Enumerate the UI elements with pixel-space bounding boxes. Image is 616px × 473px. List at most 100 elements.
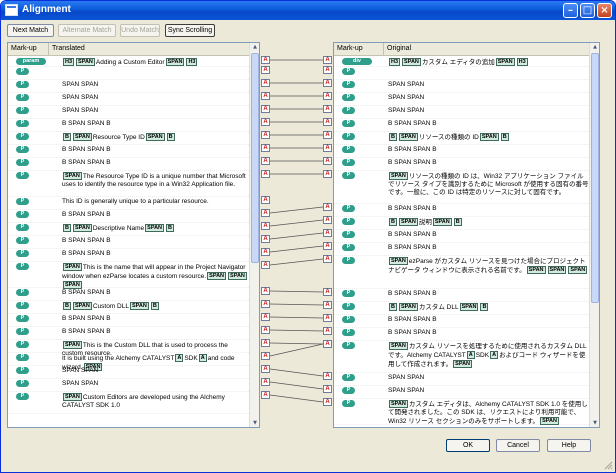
help-button[interactable]: Help [547, 439, 591, 452]
markup-tag-icon[interactable]: P [16, 224, 29, 231]
table-row[interactable]: P SPAN This is the Custom DLL that is used… [8, 340, 249, 357]
table-row[interactable]: P SPAN SPAN [8, 80, 249, 93]
markup-tag-icon[interactable]: P [16, 315, 29, 322]
segment-link-icon[interactable]: A [261, 248, 270, 256]
segment-link-icon[interactable]: A [261, 313, 270, 321]
table-row[interactable]: P SPAN SPAN [334, 93, 589, 106]
table-row[interactable]: P It is built using the Alchemy CATALYST A… [8, 353, 249, 371]
maximize-button[interactable]: □ [580, 3, 595, 18]
table-row[interactable]: P B SPAN Resource Type ID SPAN B [8, 132, 249, 145]
segment-link-icon[interactable]: A [323, 314, 332, 322]
segment-link-icon[interactable]: A [323, 216, 332, 224]
next-match-button[interactable]: Next Match [7, 24, 54, 37]
table-row[interactable]: P B SPAN SPAN B [8, 145, 249, 158]
markup-tag-icon[interactable]: P [16, 107, 29, 114]
segment-link-icon[interactable]: A [323, 66, 332, 74]
table-row[interactable]: P B SPAN SPAN B [334, 328, 589, 341]
markup-tag-icon[interactable]: P [342, 172, 355, 179]
table-row[interactable]: P B SPAN SPAN B [8, 314, 249, 327]
markup-tag-icon[interactable]: param [16, 58, 46, 65]
segment-link-icon[interactable]: A [323, 157, 332, 165]
table-row[interactable]: P B SPAN カスタム DLL SPAN B [334, 302, 589, 315]
table-row[interactable]: param H3 SPAN Adding a Custom Editor SPAN H3 [8, 57, 249, 67]
table-row[interactable]: div H3 SPAN カスタム エディタの追加 SPAN H3 [334, 57, 589, 67]
table-row[interactable]: P SPAN The Resource Type ID is a unique nu… [8, 171, 249, 197]
title-bar[interactable]: Alignment – □ × [1, 1, 615, 20]
table-row[interactable]: P B SPAN Custom DLL SPAN B [8, 301, 249, 314]
segment-link-icon[interactable]: A [323, 327, 332, 335]
markup-tag-icon[interactable]: P [16, 393, 29, 400]
segment-link-icon[interactable]: A [323, 170, 332, 178]
segment-link-icon[interactable]: A [261, 287, 270, 295]
markup-tag-icon[interactable]: P [342, 303, 355, 310]
markup-tag-icon[interactable]: P [342, 290, 355, 297]
segment-link-icon[interactable]: A [261, 365, 270, 373]
alternate-match-button[interactable]: Alternate Match [58, 24, 116, 37]
table-row[interactable]: P SPAN SPAN [334, 80, 589, 93]
markup-tag-icon[interactable]: P [342, 218, 355, 225]
segment-link-icon[interactable]: A [323, 203, 332, 211]
table-row[interactable]: P SPAN SPAN [8, 93, 249, 106]
markup-tag-icon[interactable]: P [342, 400, 355, 407]
segment-link-icon[interactable]: A [323, 398, 332, 406]
markup-tag-icon[interactable]: P [342, 133, 355, 140]
table-row[interactable]: P This ID is generally unique to a partic… [8, 197, 249, 210]
segment-link-icon[interactable]: A [323, 131, 332, 139]
table-row[interactable]: P B SPAN リソースの種類の ID SPAN B [334, 132, 589, 145]
markup-tag-icon[interactable]: P [342, 68, 355, 75]
segment-link-icon[interactable]: A [323, 92, 332, 100]
scroll-up-icon[interactable]: ▲ [251, 43, 259, 51]
segment-link-icon[interactable]: A [261, 261, 270, 269]
markup-tag-icon[interactable]: P [16, 250, 29, 257]
table-row[interactable]: P SPAN SPAN [8, 379, 249, 392]
markup-tag-icon[interactable]: P [342, 316, 355, 323]
sync-scrolling-button[interactable]: Sync Scrolling [165, 24, 215, 37]
segment-link-icon[interactable]: A [323, 242, 332, 250]
table-row[interactable]: P SPAN This is the name that will appear i… [8, 262, 249, 289]
markup-tag-icon[interactable]: P [16, 263, 29, 270]
segment-link-icon[interactable]: A [261, 157, 270, 165]
markup-tag-icon[interactable]: P [16, 341, 29, 348]
table-row[interactable]: P B SPAN SPAN B [8, 288, 249, 301]
markup-tag-icon[interactable]: P [342, 244, 355, 251]
segment-link-icon[interactable]: A [261, 105, 270, 113]
cancel-button[interactable]: Cancel [496, 439, 540, 452]
table-row[interactable]: P [8, 67, 249, 80]
segment-link-icon[interactable]: A [323, 118, 332, 126]
markup-column-header[interactable]: Mark-up [8, 43, 49, 55]
table-row[interactable]: P SPAN SPAN [334, 106, 589, 119]
resize-grip-icon[interactable] [603, 460, 613, 470]
segment-link-icon[interactable]: A [323, 255, 332, 263]
markup-tag-icon[interactable]: P [342, 107, 355, 114]
segment-link-icon[interactable]: A [261, 92, 270, 100]
translated-column-header[interactable]: Translated [49, 43, 251, 55]
translated-scrollbar[interactable]: ▲ ▼ [249, 43, 259, 427]
segment-link-icon[interactable]: A [323, 372, 332, 380]
markup-tag-icon[interactable]: P [16, 198, 29, 205]
table-row[interactable]: P B SPAN SPAN B [8, 327, 249, 340]
markup-tag-icon[interactable]: P [16, 302, 29, 309]
segment-link-icon[interactable]: A [261, 170, 270, 178]
markup-tag-icon[interactable]: P [16, 68, 29, 75]
markup-tag-icon[interactable]: P [16, 172, 29, 179]
table-row[interactable]: P [334, 67, 589, 80]
segment-link-icon[interactable]: A [261, 79, 270, 87]
table-row[interactable]: P B SPAN SPAN B [334, 315, 589, 328]
markup-tag-icon[interactable]: P [16, 354, 29, 361]
original-scrollbar[interactable]: ▲ ▼ [589, 43, 599, 427]
segment-link-icon[interactable]: A [261, 196, 270, 204]
table-row[interactable]: P B SPAN Descriptive Name SPAN B [8, 223, 249, 236]
ok-button[interactable]: OK [446, 439, 490, 452]
markup-tag-icon[interactable]: P [342, 231, 355, 238]
minimize-button[interactable]: – [563, 3, 578, 18]
table-row[interactable]: P B SPAN SPAN B [8, 119, 249, 132]
markup-tag-icon[interactable]: P [16, 211, 29, 218]
markup-tag-icon[interactable]: P [342, 94, 355, 101]
markup-tag-icon[interactable]: P [16, 289, 29, 296]
table-row[interactable]: P B SPAN SPAN B [334, 289, 589, 302]
segment-link-icon[interactable]: A [323, 301, 332, 309]
scroll-down-icon[interactable]: ▼ [251, 419, 259, 427]
markup-tag-icon[interactable]: P [342, 342, 355, 349]
markup-tag-icon[interactable]: P [342, 146, 355, 153]
markup-tag-icon[interactable]: P [16, 367, 29, 374]
